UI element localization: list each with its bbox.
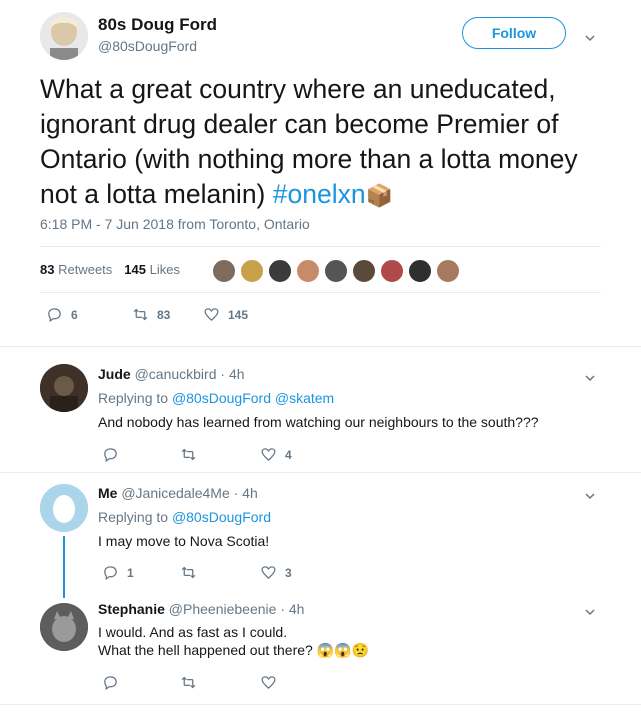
- replying-to-users[interactable]: @80sDougFord: [172, 509, 271, 525]
- retweet-icon: [133, 308, 148, 321]
- reply-text-line: I would. And as fast as I could.: [98, 624, 288, 640]
- author-name[interactable]: 80s Doug Ford: [98, 15, 217, 35]
- chevron-down-icon[interactable]: [585, 488, 595, 506]
- liker-avatar[interactable]: [295, 258, 321, 284]
- reply-header: Me @Janicedale4Me · 4h: [98, 485, 258, 501]
- reply-avatar[interactable]: [40, 603, 88, 651]
- author-handle[interactable]: @80sDougFord: [98, 38, 197, 54]
- reply-action[interactable]: 6: [46, 306, 78, 323]
- liker-avatar[interactable]: [239, 258, 265, 284]
- chevron-down-icon[interactable]: [585, 604, 595, 622]
- reply-author-handle[interactable]: @canuckbird: [135, 366, 217, 382]
- like-count: 3: [285, 565, 292, 580]
- replying-to-label: Replying to: [98, 390, 169, 406]
- reply-icon: [48, 308, 61, 323]
- reply-time[interactable]: · 4h: [220, 366, 244, 382]
- tweet-text: What a great country where an uneducated…: [40, 72, 610, 213]
- reply-author-name[interactable]: Me: [98, 485, 117, 501]
- heart-icon: [261, 676, 276, 690]
- liker-avatar[interactable]: [267, 258, 293, 284]
- liker-avatar[interactable]: [435, 258, 461, 284]
- replying-to-label: Replying to: [98, 509, 169, 525]
- reply-avatar-egg[interactable]: [40, 484, 88, 532]
- reply-time[interactable]: · 4h: [280, 601, 304, 617]
- reply-text-line: What the hell happened out there? 😱😱😟: [98, 642, 369, 659]
- like-count: 145: [228, 307, 249, 322]
- replying-to: Replying to @80sDougFord @skatem: [98, 390, 334, 406]
- retweets-count: 83: [40, 262, 55, 277]
- retweet-count: 83: [157, 307, 171, 322]
- reply-text-body: What the hell happened out there?: [98, 642, 317, 658]
- likes-label: Likes: [149, 262, 180, 277]
- reply-avatar[interactable]: [40, 364, 88, 412]
- like-action[interactable]: 3: [260, 564, 292, 581]
- reply-action[interactable]: 1: [102, 564, 134, 581]
- liker-avatar[interactable]: [351, 258, 377, 284]
- reply-header: Jude @canuckbird · 4h: [98, 366, 245, 382]
- retweet-action[interactable]: [180, 564, 205, 581]
- heart-icon: [261, 566, 276, 580]
- reply-text: And nobody has learned from watching our…: [98, 414, 539, 430]
- hashtag-link[interactable]: #onelxn: [273, 179, 366, 209]
- heart-icon: [204, 308, 219, 322]
- reply-author-name[interactable]: Stephanie: [98, 601, 165, 617]
- reply-time[interactable]: · 4h: [234, 485, 258, 501]
- like-action[interactable]: 4: [260, 446, 292, 463]
- chevron-down-icon[interactable]: [585, 30, 595, 48]
- reply-text: I may move to Nova Scotia!: [98, 533, 270, 549]
- retweet-icon: [181, 566, 196, 579]
- reply-action[interactable]: [102, 446, 127, 463]
- likes-count: 145: [124, 262, 146, 277]
- retweets-stat[interactable]: 83 Retweets: [40, 262, 112, 277]
- like-action[interactable]: 145: [203, 306, 248, 323]
- follow-button[interactable]: Follow: [462, 17, 566, 49]
- liker-avatar[interactable]: [211, 258, 237, 284]
- reply-author-name[interactable]: Jude: [98, 366, 131, 382]
- reply-icon: [104, 448, 117, 463]
- reply-author-handle[interactable]: @Pheeniebeenie: [169, 601, 277, 617]
- liker-avatar[interactable]: [407, 258, 433, 284]
- heart-icon: [261, 448, 276, 462]
- package-emoji: 📦: [365, 183, 393, 208]
- author-avatar[interactable]: [40, 12, 88, 60]
- reply-action[interactable]: [102, 674, 127, 691]
- retweet-action[interactable]: [180, 446, 205, 463]
- replying-to-users[interactable]: @80sDougFord @skatem: [172, 390, 334, 406]
- emoji-group: 😱😱😟: [316, 642, 370, 658]
- reply-icon: [104, 676, 117, 691]
- reply-count: 1: [127, 565, 134, 580]
- retweet-action[interactable]: 83: [132, 306, 170, 323]
- reply-icon: [104, 566, 117, 581]
- retweet-icon: [181, 676, 196, 689]
- engagement-stats: 83 Retweets 145 Likes: [40, 262, 180, 277]
- like-action[interactable]: [260, 674, 285, 691]
- reply-header: Stephanie @Pheeniebeenie · 4h: [98, 601, 304, 617]
- chevron-down-icon[interactable]: [585, 370, 595, 388]
- liker-avatar[interactable]: [323, 258, 349, 284]
- thread-line: [63, 536, 65, 598]
- follow-button-label: Follow: [491, 25, 537, 41]
- retweet-action[interactable]: [180, 674, 205, 691]
- retweet-icon: [181, 448, 196, 461]
- tweet-timestamp[interactable]: 6:18 PM - 7 Jun 2018 from Toronto, Ontar…: [40, 216, 310, 232]
- replying-to: Replying to @80sDougFord: [98, 509, 271, 525]
- retweets-label: Retweets: [58, 262, 113, 277]
- reply-author-handle[interactable]: @Janicedale4Me: [121, 485, 229, 501]
- reply-count: 6: [71, 307, 78, 322]
- liker-avatar[interactable]: [379, 258, 405, 284]
- like-count: 4: [285, 447, 292, 462]
- likes-stat[interactable]: 145 Likes: [124, 262, 180, 277]
